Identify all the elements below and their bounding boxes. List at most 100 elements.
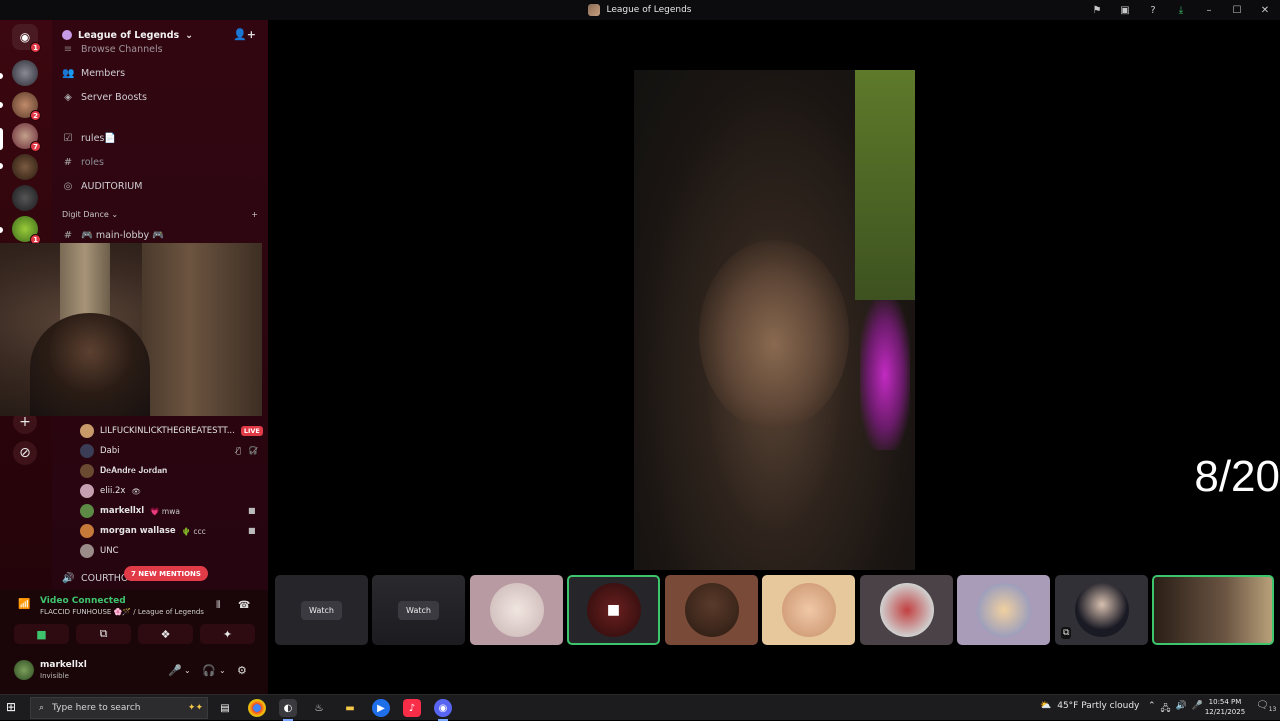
participant-tile[interactable]: Watch xyxy=(275,575,368,645)
voice-member[interactable]: elii.2x 👁 xyxy=(80,482,141,500)
server-icon-7[interactable]: 1 xyxy=(12,216,41,245)
settings-gear-icon[interactable]: ⚙ xyxy=(237,664,247,677)
taskbar-clock[interactable]: 10:54 PM 12/21/2025 xyxy=(1200,697,1250,717)
channel-members[interactable]: 👥 Members xyxy=(62,64,125,82)
minimize-button[interactable]: – xyxy=(1202,5,1216,16)
signal-icon: 📶 xyxy=(18,599,31,610)
voice-status[interactable]: Video Connected xyxy=(40,596,126,606)
participant-tile[interactable]: Watch xyxy=(372,575,465,645)
participant-tile[interactable] xyxy=(665,575,758,645)
boost-icon: ◈ xyxy=(64,91,72,103)
discover-button[interactable]: ⊘ xyxy=(13,441,37,465)
server-icon-4[interactable]: 7 xyxy=(12,123,41,152)
task-view-icon[interactable]: ▤ xyxy=(216,699,234,717)
close-button[interactable]: ✕ xyxy=(1258,5,1272,16)
server-icon-3[interactable]: 2 xyxy=(12,92,41,121)
search-icon: ⌕ xyxy=(39,703,45,713)
participant-tile[interactable] xyxy=(957,575,1050,645)
window-title: League of Legends xyxy=(606,5,692,15)
window-title-group: League of Legends xyxy=(0,0,1280,20)
voice-member[interactable]: 𝐃𝐞𝐀𝐧𝐝𝐫𝐞 𝐉𝐨𝐫𝐝𝐚𝐧 xyxy=(80,462,167,480)
network-icon[interactable]: 🖧 xyxy=(1161,701,1171,717)
download-icon[interactable]: ⤓ xyxy=(1174,5,1188,16)
voice-member[interactable]: markellxl 💗 mwa xyxy=(80,502,180,520)
discord-icon[interactable]: ◉ xyxy=(434,699,452,721)
app-icon[interactable]: ▶ xyxy=(372,699,390,717)
channel-browse[interactable]: ≡ Browse Channels xyxy=(62,44,163,54)
watch-button[interactable]: Watch xyxy=(398,600,439,620)
video-participant xyxy=(30,313,150,416)
clock-date: 12/21/2025 xyxy=(1204,708,1246,716)
headphones-icon[interactable]: 🎧 xyxy=(202,664,216,677)
help-icon[interactable]: ? xyxy=(1146,5,1160,16)
music-icon[interactable]: ♪ xyxy=(403,699,421,717)
server-icon-5[interactable] xyxy=(12,154,38,180)
soundboard-button[interactable]: ✦ xyxy=(200,624,255,644)
participant-tile[interactable] xyxy=(762,575,855,645)
channel-auditorium[interactable]: ◎ AUDITORIUM xyxy=(62,177,143,195)
guild-icon xyxy=(62,30,72,40)
channel-label: rules📄 xyxy=(81,132,117,144)
channel-label: Server Boosts xyxy=(81,91,147,103)
channel-main-lobby[interactable]: # 🎮 main-lobby 🎮 xyxy=(62,226,164,244)
windows-taskbar: ⊞ ⌕ Type here to search ✦✦ ▤ ◐ ♨ ▬ ▶ ♪ ◉… xyxy=(0,694,1280,721)
new-mentions-pill[interactable]: 7 NEW MENTIONS xyxy=(124,566,208,581)
member-name: LILFUCKINLICKTHEGREATESTT... xyxy=(100,426,235,436)
overlay-counter: 8/20 xyxy=(1194,452,1280,501)
channel-rules[interactable]: ☑ rules📄 xyxy=(62,129,117,147)
volume-icon[interactable]: 🔊 xyxy=(1176,701,1187,717)
pip-video[interactable] xyxy=(0,243,262,416)
server-icon-2[interactable] xyxy=(12,60,38,86)
watch-button[interactable]: Watch xyxy=(301,600,342,620)
flag-icon[interactable]: ⚑ xyxy=(1090,5,1104,16)
voice-member[interactable]: morgan wallase 🌵 ccc xyxy=(80,522,206,540)
microphone-icon[interactable]: 🎤 xyxy=(168,664,182,677)
username[interactable]: markellxl xyxy=(40,660,87,670)
participant-tile[interactable]: ⧉ xyxy=(1055,575,1148,645)
disconnect-icon[interactable]: ☎ xyxy=(238,600,250,611)
taskbar-search[interactable]: ⌕ Type here to search ✦✦ xyxy=(30,697,208,719)
windows-start-icon[interactable]: ⊞ xyxy=(6,700,16,714)
voice-location[interactable]: FLACCID FUNHOUSE 🌸🪄 / League of Legends xyxy=(40,608,204,616)
voice-member[interactable]: LILFUCKINLICKTHEGREATESTT... LIVE xyxy=(80,422,263,440)
focused-video[interactable] xyxy=(634,70,915,570)
members-icon: 👥 xyxy=(62,67,75,79)
participant-tile[interactable] xyxy=(860,575,953,645)
camera-button[interactable]: ■ xyxy=(14,624,69,644)
unread-indicator xyxy=(0,73,3,79)
user-status: Invisible xyxy=(40,672,69,680)
search-placeholder: Type here to search xyxy=(52,703,141,713)
participant-tile-speaking[interactable]: ■ xyxy=(567,575,660,645)
voice-member[interactable]: Dabi xyxy=(80,442,120,460)
member-status: 💗 mwa xyxy=(150,506,180,516)
activities-button[interactable]: ❖ xyxy=(138,624,193,644)
steam-icon[interactable]: ♨ xyxy=(310,699,328,717)
invite-people-icon[interactable]: 👤+ xyxy=(233,28,256,41)
chrome-icon[interactable] xyxy=(248,699,266,717)
obs-icon[interactable]: ◐ xyxy=(279,699,297,721)
weather-widget[interactable]: ⛅ 45°F Partly cloudy xyxy=(1040,701,1139,711)
discord-home-button[interactable]: ◉ 1 xyxy=(12,24,41,53)
voice-member[interactable]: UNC xyxy=(80,542,119,560)
screen-icon[interactable]: ▣ xyxy=(1118,5,1132,16)
participant-tile-speaking[interactable] xyxy=(1152,575,1274,645)
channel-server-boosts[interactable]: ◈ Server Boosts xyxy=(62,88,147,106)
category-label: Digit Dance xyxy=(62,210,109,219)
participant-tile[interactable] xyxy=(470,575,563,645)
unread-indicator xyxy=(0,163,3,169)
chevron-down-icon: ⌄ xyxy=(185,29,194,41)
add-channel-icon[interactable]: + xyxy=(251,210,258,219)
file-explorer-icon[interactable]: ▬ xyxy=(341,699,359,717)
chevron-down-icon[interactable]: ⌄ xyxy=(184,666,191,675)
chevron-up-icon[interactable]: ⌃ xyxy=(1148,701,1156,717)
avatar[interactable] xyxy=(14,660,34,680)
camera-icon: ■ xyxy=(36,627,47,641)
category-header[interactable]: Digit Dance ⌄ + xyxy=(62,210,258,219)
screenshare-button[interactable]: ⧉ xyxy=(76,624,131,644)
maximize-button[interactable]: ☐ xyxy=(1230,5,1244,16)
notification-icon[interactable]: 🗨13 xyxy=(1256,700,1276,713)
server-icon-6[interactable] xyxy=(12,185,38,211)
channel-roles[interactable]: # roles xyxy=(62,153,104,171)
chevron-down-icon[interactable]: ⌄ xyxy=(219,666,226,675)
noise-suppression-icon[interactable]: ⦀ xyxy=(216,600,220,611)
